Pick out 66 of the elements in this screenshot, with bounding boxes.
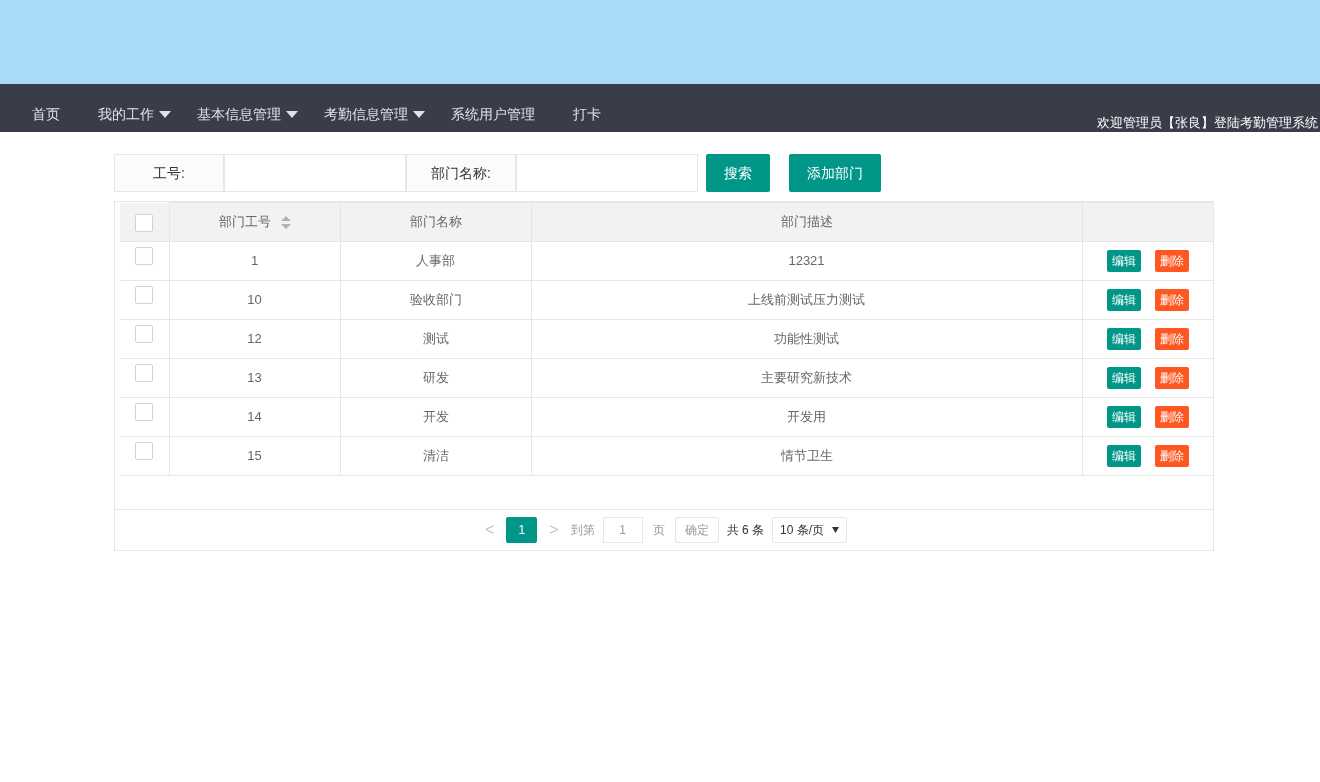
checkbox[interactable] <box>135 402 154 421</box>
page-button[interactable]: 1 <box>506 517 538 543</box>
page-unit-label: 页 <box>651 522 666 539</box>
edit-button[interactable]: 编辑 <box>1106 367 1141 389</box>
welcome-text: 欢迎管理员【张良】登陆考勤管理系统 <box>1097 114 1318 132</box>
goto-label: 到第 <box>570 522 595 539</box>
caret-icon <box>832 527 839 533</box>
checkbox[interactable] <box>135 324 154 343</box>
table-cell: 开发 <box>422 409 449 425</box>
delete-button[interactable]: 删除 <box>1154 289 1189 311</box>
nav-menu-item[interactable]: 首页 <box>20 84 72 132</box>
table-cell: 测试 <box>422 331 449 347</box>
table-cell: 12 <box>247 331 262 347</box>
column-header: 部门名称 <box>409 213 462 232</box>
nav-menu-item[interactable]: 基本信息管理 <box>185 84 310 132</box>
edit-button[interactable]: 编辑 <box>1106 328 1141 350</box>
input-field[interactable] <box>224 154 406 192</box>
table-cell: 情节卫生 <box>780 448 833 464</box>
table-cell: 人事部 <box>416 253 455 269</box>
edit-button[interactable]: 编辑 <box>1106 406 1141 428</box>
total-count: 共 6 条 <box>726 522 764 539</box>
page-input[interactable]: 1 <box>602 517 643 543</box>
search-button[interactable]: 搜索 <box>706 154 770 192</box>
nav-menu-item[interactable]: 打卡 <box>561 84 613 132</box>
table-cell: 研发 <box>422 370 449 386</box>
field-label: 部门名称: <box>406 154 516 192</box>
delete-button[interactable]: 删除 <box>1154 328 1189 350</box>
delete-button[interactable]: 删除 <box>1154 445 1189 467</box>
delete-button[interactable]: 删除 <box>1154 250 1189 272</box>
input-field[interactable] <box>516 154 698 192</box>
nav-menu-item[interactable]: 系统用户管理 <box>439 84 547 132</box>
table-cell: 15 <box>247 448 262 464</box>
delete-button[interactable]: 删除 <box>1154 406 1189 428</box>
checkbox[interactable] <box>135 246 154 265</box>
table-cell: 14 <box>247 409 262 425</box>
edit-button[interactable]: 编辑 <box>1106 250 1141 272</box>
checkbox[interactable] <box>135 441 154 460</box>
column-header: 部门工号 <box>218 213 271 232</box>
nav-menu-item[interactable]: 考勤信息管理 <box>312 84 437 132</box>
previous-page-button[interactable]: < <box>480 518 499 542</box>
table-cell: 1 <box>250 253 259 269</box>
edit-button[interactable]: 编辑 <box>1106 289 1141 311</box>
sort-icon[interactable] <box>280 215 291 229</box>
confirm-button[interactable]: 确定 <box>674 517 719 543</box>
field-label: 工号: <box>114 154 224 192</box>
page-size-select[interactable]: 10 条/页 <box>772 517 847 543</box>
table-cell: 10 <box>247 292 262 308</box>
table-cell: 主要研究新技术 <box>761 370 852 386</box>
table-cell: 上线前测试压力测试 <box>748 292 865 308</box>
table-cell: 开发用 <box>787 409 826 425</box>
edit-button[interactable]: 编辑 <box>1106 445 1141 467</box>
caret-icon <box>286 110 298 118</box>
table-cell: 12321 <box>788 253 825 269</box>
table-cell: 功能性测试 <box>774 331 839 347</box>
checkbox[interactable] <box>135 363 154 382</box>
table-cell: 清洁 <box>422 448 449 464</box>
checkbox[interactable] <box>135 285 154 304</box>
add-button[interactable]: 添加部门 <box>789 154 881 192</box>
table-cell: 13 <box>247 370 262 386</box>
caret-icon <box>159 110 171 118</box>
checkbox[interactable] <box>135 213 154 232</box>
column-header: 部门描述 <box>780 213 833 232</box>
delete-button[interactable]: 删除 <box>1154 367 1189 389</box>
nav-menu-item[interactable]: 我的工作 <box>86 84 183 132</box>
table-cell: 验收部门 <box>409 292 462 308</box>
caret-icon <box>413 110 425 118</box>
